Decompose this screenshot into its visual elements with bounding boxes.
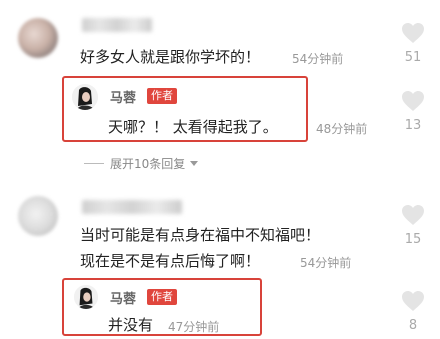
commenter-avatar[interactable] xyxy=(18,196,58,236)
comment-text-line2: 现在是不是有点后悔了啊！ xyxy=(80,252,261,270)
like-count: 13 xyxy=(404,118,422,133)
heart-icon xyxy=(402,91,424,111)
chevron-down-icon xyxy=(190,160,199,166)
author-name[interactable]: 马蓉 xyxy=(110,87,136,106)
author-avatar[interactable] xyxy=(74,285,98,309)
expand-replies-button[interactable]: 展开10条回复 xyxy=(84,155,199,172)
comment-time: 54分钟前 xyxy=(292,52,344,66)
comment-text: 好多女人就是跟你学坏的！ xyxy=(80,48,261,66)
author-badge: 作者 xyxy=(147,88,177,104)
divider-line xyxy=(84,163,104,164)
commenter-avatar[interactable] xyxy=(18,18,58,58)
like-button[interactable]: 15 xyxy=(398,204,428,247)
like-count: 8 xyxy=(408,318,418,333)
like-button[interactable]: 51 xyxy=(398,22,428,65)
comment-time: 54分钟前 xyxy=(300,256,352,270)
reply-text: 并没有 xyxy=(108,316,154,334)
author-badge: 作者 xyxy=(147,289,177,305)
commenter-name[interactable] xyxy=(82,18,152,32)
like-count: 15 xyxy=(404,232,422,247)
like-button[interactable]: 8 xyxy=(398,290,428,333)
commenter-name[interactable] xyxy=(82,200,182,214)
comment-text-line1: 当时可能是有点身在福中不知福吧！ xyxy=(80,226,321,244)
expand-replies-label: 展开10条回复 xyxy=(110,157,186,171)
author-avatar[interactable] xyxy=(72,84,98,110)
heart-icon xyxy=(402,291,424,311)
reply-time: 47分钟前 xyxy=(168,320,220,334)
heart-icon xyxy=(402,205,424,225)
like-button[interactable]: 13 xyxy=(398,90,428,133)
reply-text: 天哪？！ 太看得起我了。 xyxy=(108,118,278,136)
reply-time: 48分钟前 xyxy=(316,122,368,136)
author-avatar-image xyxy=(72,84,98,110)
author-avatar-image xyxy=(74,285,98,309)
author-name[interactable]: 马蓉 xyxy=(110,288,136,307)
like-count: 51 xyxy=(404,50,422,65)
heart-icon xyxy=(402,23,424,43)
